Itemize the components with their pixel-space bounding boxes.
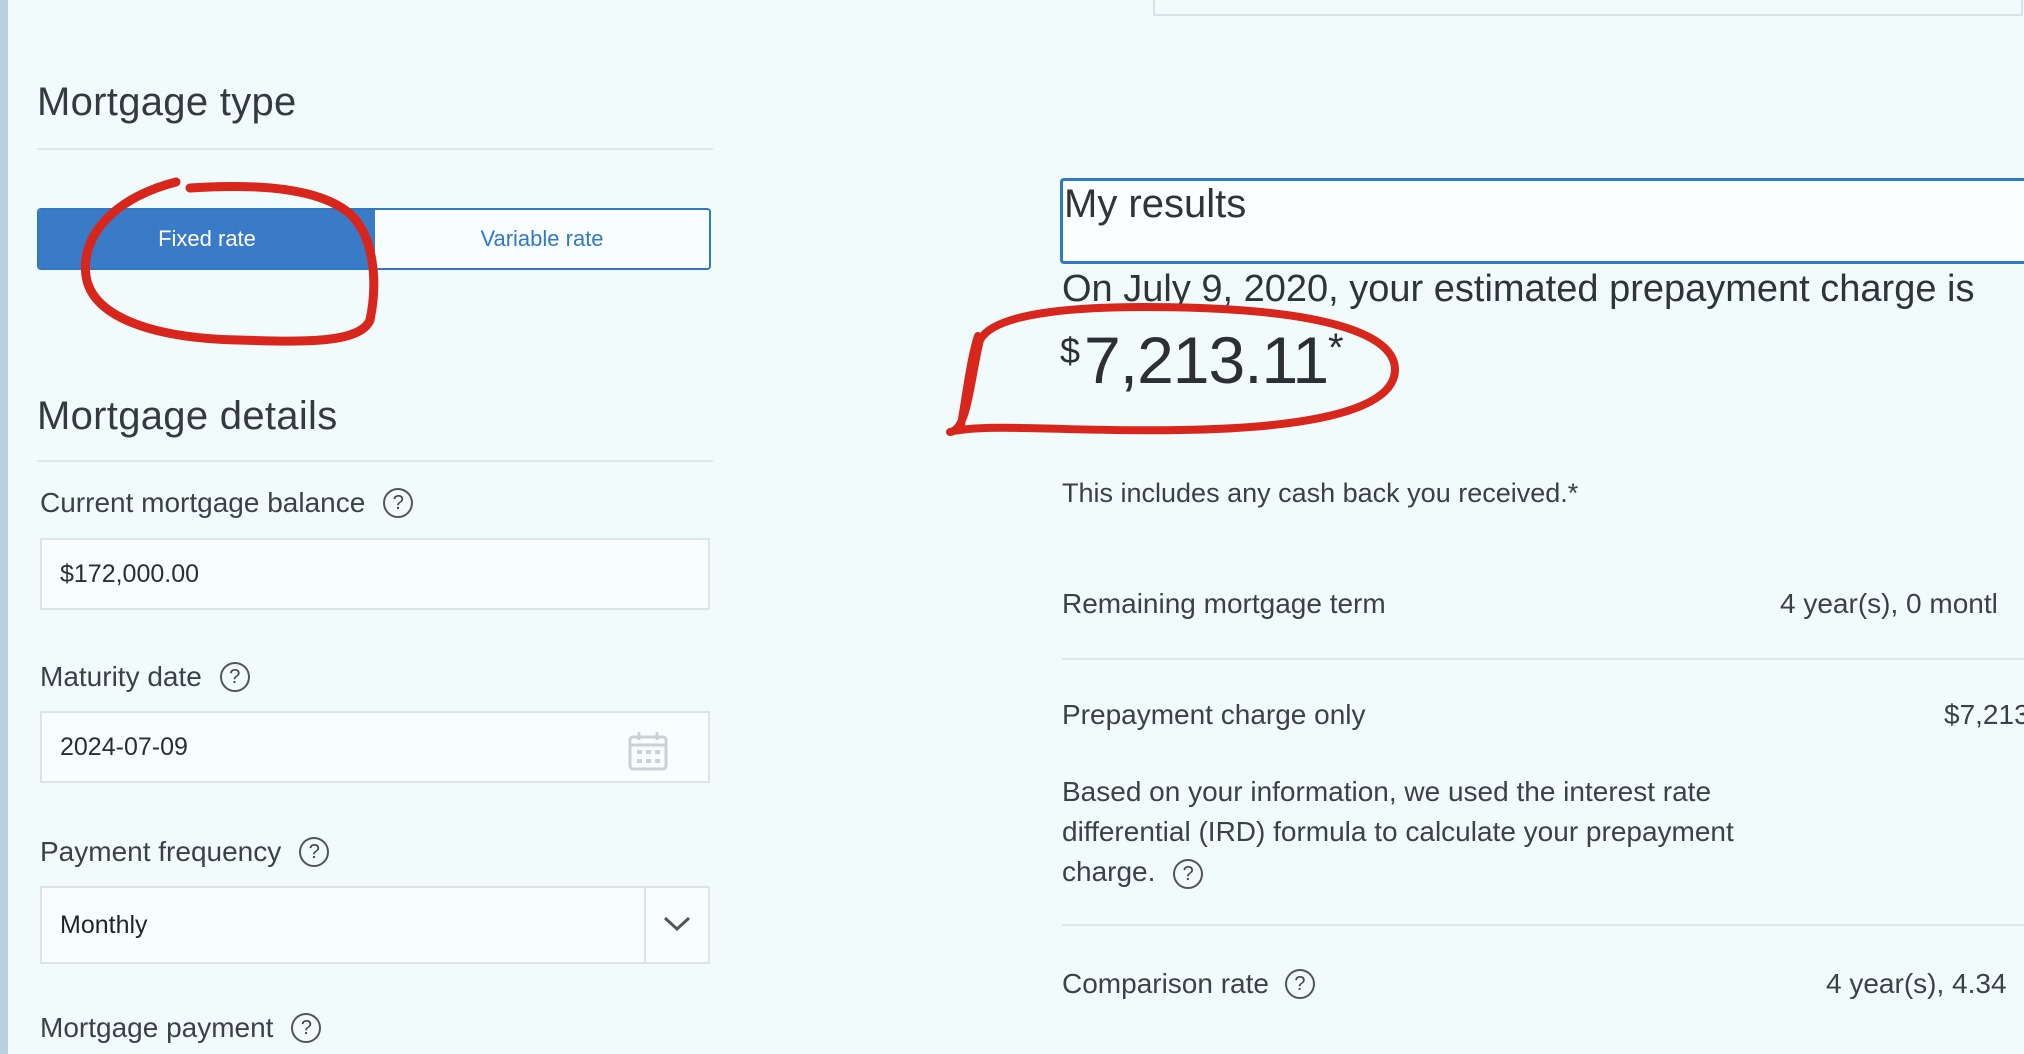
chevron-down-icon[interactable]	[662, 913, 692, 933]
maturity-date-input[interactable]: 2024-07-09	[40, 711, 710, 783]
amount-asterisk: *	[1328, 326, 1344, 370]
payment-label: Mortgage payment	[40, 1012, 274, 1043]
prepayment-amount: $ 7,213.11 *	[1060, 322, 1344, 398]
top-panel-edge	[1153, 0, 2023, 16]
charge-label: Prepayment charge only	[1062, 699, 1366, 731]
balance-input[interactable]: $172,000.00	[40, 538, 710, 610]
comparison-label-text: Comparison rate	[1062, 968, 1269, 999]
charge-description: Based on your information, we used the i…	[1062, 772, 1802, 892]
comparison-label: Comparison rate ?	[1062, 968, 1315, 1000]
currency-symbol: $	[1060, 330, 1081, 371]
charge-value: $7,213	[1944, 699, 2024, 730]
frequency-label: Payment frequency	[40, 836, 282, 867]
term-label: Remaining mortgage term	[1062, 588, 1386, 620]
select-divider	[644, 888, 646, 962]
charge-description-text: Based on your information, we used the i…	[1062, 776, 1734, 887]
mortgage-details-heading: Mortgage details	[37, 394, 338, 438]
payment-label-row: Mortgage payment ?	[40, 1012, 322, 1044]
frequency-value: Monthly	[60, 910, 148, 939]
help-icon[interactable]: ?	[383, 488, 414, 518]
balance-label: Current mortgage balance	[40, 487, 366, 518]
help-icon[interactable]: ?	[1284, 969, 1315, 999]
maturity-label: Maturity date	[40, 661, 202, 692]
comparison-value: 4 year(s), 4.34	[1826, 968, 2007, 999]
help-icon[interactable]: ?	[219, 662, 250, 692]
divider	[1062, 658, 2024, 660]
mortgage-type-toggle: Fixed rate Variable rate	[37, 208, 711, 270]
cashback-note: This includes any cash back you received…	[1062, 478, 1579, 508]
payment-frequency-select[interactable]: Monthly	[40, 886, 710, 964]
amount-value: 7,213.11	[1084, 323, 1329, 397]
mortgage-type-heading: Mortgage type	[37, 80, 297, 124]
divider	[37, 460, 713, 462]
calendar-icon[interactable]	[628, 731, 668, 771]
divider	[37, 148, 713, 150]
window-left-edge	[0, 0, 8, 1054]
divider	[1062, 924, 2024, 926]
help-icon[interactable]: ?	[299, 837, 330, 867]
term-label-text: Remaining mortgage term	[1062, 588, 1386, 619]
frequency-label-row: Payment frequency ?	[40, 836, 330, 868]
charge-label-text: Prepayment charge only	[1062, 699, 1366, 730]
help-icon[interactable]: ?	[291, 1013, 322, 1043]
variable-rate-option[interactable]: Variable rate	[375, 210, 709, 268]
balance-label-row: Current mortgage balance ?	[40, 487, 414, 519]
maturity-label-row: Maturity date ?	[40, 661, 250, 693]
help-icon[interactable]: ?	[1173, 858, 1204, 889]
term-value: 4 year(s), 0 montl	[1780, 588, 1998, 619]
fixed-rate-option[interactable]: Fixed rate	[39, 210, 375, 268]
maturity-date-value: 2024-07-09	[60, 732, 188, 761]
results-intro: On July 9, 2020, your estimated prepayme…	[1062, 268, 1975, 310]
results-title: My results	[1064, 182, 1247, 226]
